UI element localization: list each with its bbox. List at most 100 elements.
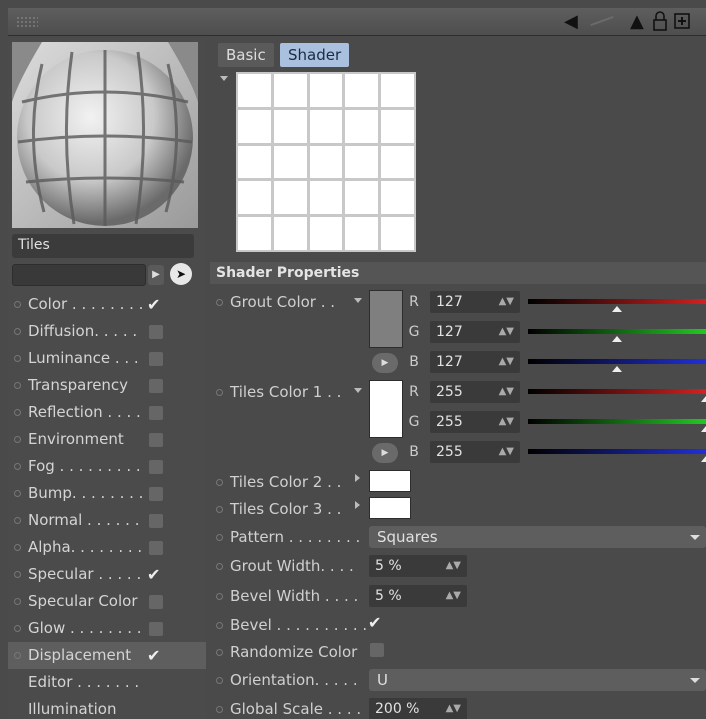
keyframe-dot-icon[interactable] bbox=[216, 563, 223, 570]
spinner-icon[interactable]: ▲▼ bbox=[446, 585, 461, 607]
tiles1-r-slider[interactable] bbox=[528, 385, 706, 403]
material-preview-sphere[interactable] bbox=[12, 42, 198, 228]
channel-item[interactable]: Luminance . . . bbox=[8, 345, 206, 372]
triangle-right-icon[interactable] bbox=[355, 501, 360, 509]
bevel-checkbox[interactable]: ✔ bbox=[368, 613, 386, 635]
spinner-icon[interactable]: ▲▼ bbox=[499, 381, 514, 403]
keyframe-dot-icon[interactable] bbox=[216, 649, 223, 656]
search-input[interactable] bbox=[12, 264, 146, 286]
channel-item[interactable]: Color . . . . . . . . ✔ bbox=[8, 291, 206, 318]
grip-handle-icon[interactable] bbox=[16, 16, 38, 28]
grout-width-field[interactable]: 5 % ▲▼ bbox=[369, 555, 467, 577]
grout-b-slider[interactable] bbox=[528, 355, 706, 373]
keyframe-dot-icon[interactable] bbox=[216, 389, 223, 396]
tiles1-b-slider[interactable] bbox=[528, 445, 706, 463]
channel-item[interactable]: Editor . . . . . . . bbox=[8, 669, 206, 696]
channel-checkbox[interactable] bbox=[149, 595, 163, 609]
channel-item[interactable]: Bump. . . . . . . . bbox=[8, 480, 206, 507]
slider-knob[interactable] bbox=[611, 306, 622, 312]
tiles1-b-field[interactable]: 255 ▲▼ bbox=[430, 441, 520, 463]
arrow-left-icon[interactable]: ◀ bbox=[564, 11, 578, 33]
spinner-icon[interactable]: ▲▼ bbox=[499, 321, 514, 343]
spinner-icon[interactable]: ▲▼ bbox=[499, 441, 514, 463]
triangle-down-icon[interactable] bbox=[220, 76, 228, 81]
arrow-up-icon[interactable]: ▲ bbox=[630, 11, 644, 33]
plus-box-icon[interactable] bbox=[674, 11, 690, 37]
channel-checkbox[interactable] bbox=[149, 352, 163, 366]
bevel-width-field[interactable]: 5 % ▲▼ bbox=[369, 585, 467, 607]
color-mode-button[interactable]: ▶ bbox=[372, 443, 398, 463]
channel-item[interactable]: Normal . . . . . . bbox=[8, 507, 206, 534]
channel-item[interactable]: Diffusion. . . . . bbox=[8, 318, 206, 345]
channel-item[interactable]: Environment bbox=[8, 426, 206, 453]
slider-knob[interactable] bbox=[701, 456, 706, 462]
orientation-dropdown[interactable]: U bbox=[369, 669, 706, 691]
tiles1-r-field[interactable]: 255 ▲▼ bbox=[430, 381, 520, 403]
keyframe-dot-icon[interactable] bbox=[216, 706, 223, 713]
channel-checkbox[interactable] bbox=[149, 325, 163, 339]
chevron-right-icon[interactable]: ▶ bbox=[148, 265, 164, 285]
spinner-icon[interactable]: ▲▼ bbox=[446, 555, 461, 577]
tab-shader[interactable]: Shader bbox=[280, 43, 350, 67]
channel-checkbox[interactable] bbox=[149, 487, 163, 501]
spinner-icon[interactable]: ▲▼ bbox=[499, 291, 514, 313]
channel-checkbox[interactable] bbox=[149, 433, 163, 447]
channel-item[interactable]: Displacement ✔ bbox=[8, 642, 206, 669]
picker-arrow-icon[interactable]: ➤ bbox=[170, 263, 192, 285]
keyframe-dot-icon[interactable] bbox=[216, 593, 223, 600]
triangle-down-icon[interactable] bbox=[354, 388, 362, 393]
channel-label: Glow . . . . . . . . bbox=[28, 619, 142, 637]
slider-knob[interactable] bbox=[611, 366, 622, 372]
keyframe-dot-icon[interactable] bbox=[216, 677, 223, 684]
global-scale-field[interactable]: 200 % ▲▼ bbox=[369, 698, 467, 719]
slider-knob[interactable] bbox=[701, 396, 706, 402]
tab-basic[interactable]: Basic bbox=[218, 43, 274, 67]
channel-checkbox[interactable] bbox=[149, 541, 163, 555]
channel-checkbox[interactable] bbox=[149, 514, 163, 528]
tiles1-g-field[interactable]: 255 ▲▼ bbox=[430, 411, 520, 433]
tiles-color-1-swatch[interactable] bbox=[369, 380, 403, 438]
lock-icon[interactable] bbox=[652, 11, 668, 37]
material-name-field[interactable]: Tiles bbox=[12, 234, 194, 258]
tiles-color-2-swatch[interactable] bbox=[369, 470, 411, 492]
keyframe-dot-icon[interactable] bbox=[216, 299, 223, 306]
randomize-color-checkbox[interactable] bbox=[370, 643, 388, 663]
triangle-right-icon[interactable] bbox=[355, 474, 360, 482]
channel-checkbox[interactable] bbox=[149, 379, 163, 393]
keyframe-dot-icon[interactable] bbox=[216, 479, 223, 486]
checkmark-icon[interactable]: ✔ bbox=[147, 291, 160, 318]
channel-checkbox[interactable] bbox=[149, 460, 163, 474]
triangle-down-icon[interactable] bbox=[354, 298, 362, 303]
channel-item[interactable]: Transparency bbox=[8, 372, 206, 399]
color-mode-button[interactable]: ▶ bbox=[372, 353, 398, 373]
channel-checkbox[interactable] bbox=[149, 622, 163, 636]
channel-item[interactable]: Specular . . . . . ✔ bbox=[8, 561, 206, 588]
channel-item[interactable]: Fog . . . . . . . . . bbox=[8, 453, 206, 480]
spinner-icon[interactable]: ▲▼ bbox=[499, 351, 514, 373]
spinner-icon[interactable]: ▲▼ bbox=[499, 411, 514, 433]
grout-color-swatch[interactable] bbox=[369, 290, 403, 348]
grout-b-field[interactable]: 127 ▲▼ bbox=[430, 351, 520, 373]
grout-r-slider[interactable] bbox=[528, 295, 706, 313]
tiles1-g-slider[interactable] bbox=[528, 415, 706, 433]
channel-item[interactable]: Glow . . . . . . . . bbox=[8, 615, 206, 642]
channel-item[interactable]: Reflection . . . . bbox=[8, 399, 206, 426]
keyframe-dot-icon[interactable] bbox=[216, 622, 223, 629]
pattern-dropdown[interactable]: Squares bbox=[369, 526, 706, 548]
keyframe-dot-icon[interactable] bbox=[216, 534, 223, 541]
checkmark-icon[interactable]: ✔ bbox=[147, 561, 160, 588]
tiles-color-3-swatch[interactable] bbox=[369, 497, 411, 519]
channel-item[interactable]: Alpha. . . . . . . . bbox=[8, 534, 206, 561]
channel-label: Bump. . . . . . . . bbox=[28, 484, 144, 502]
slider-knob[interactable] bbox=[701, 426, 706, 432]
channel-checkbox[interactable] bbox=[149, 406, 163, 420]
spinner-icon[interactable]: ▲▼ bbox=[446, 698, 461, 719]
checkmark-icon[interactable]: ✔ bbox=[147, 642, 160, 669]
channel-item[interactable]: Illumination bbox=[8, 696, 206, 719]
grout-g-slider[interactable] bbox=[528, 325, 706, 343]
grout-g-field[interactable]: 127 ▲▼ bbox=[430, 321, 520, 343]
grout-r-field[interactable]: 127 ▲▼ bbox=[430, 291, 520, 313]
keyframe-dot-icon[interactable] bbox=[216, 506, 223, 513]
slider-knob[interactable] bbox=[611, 336, 622, 342]
channel-item[interactable]: Specular Color bbox=[8, 588, 206, 615]
